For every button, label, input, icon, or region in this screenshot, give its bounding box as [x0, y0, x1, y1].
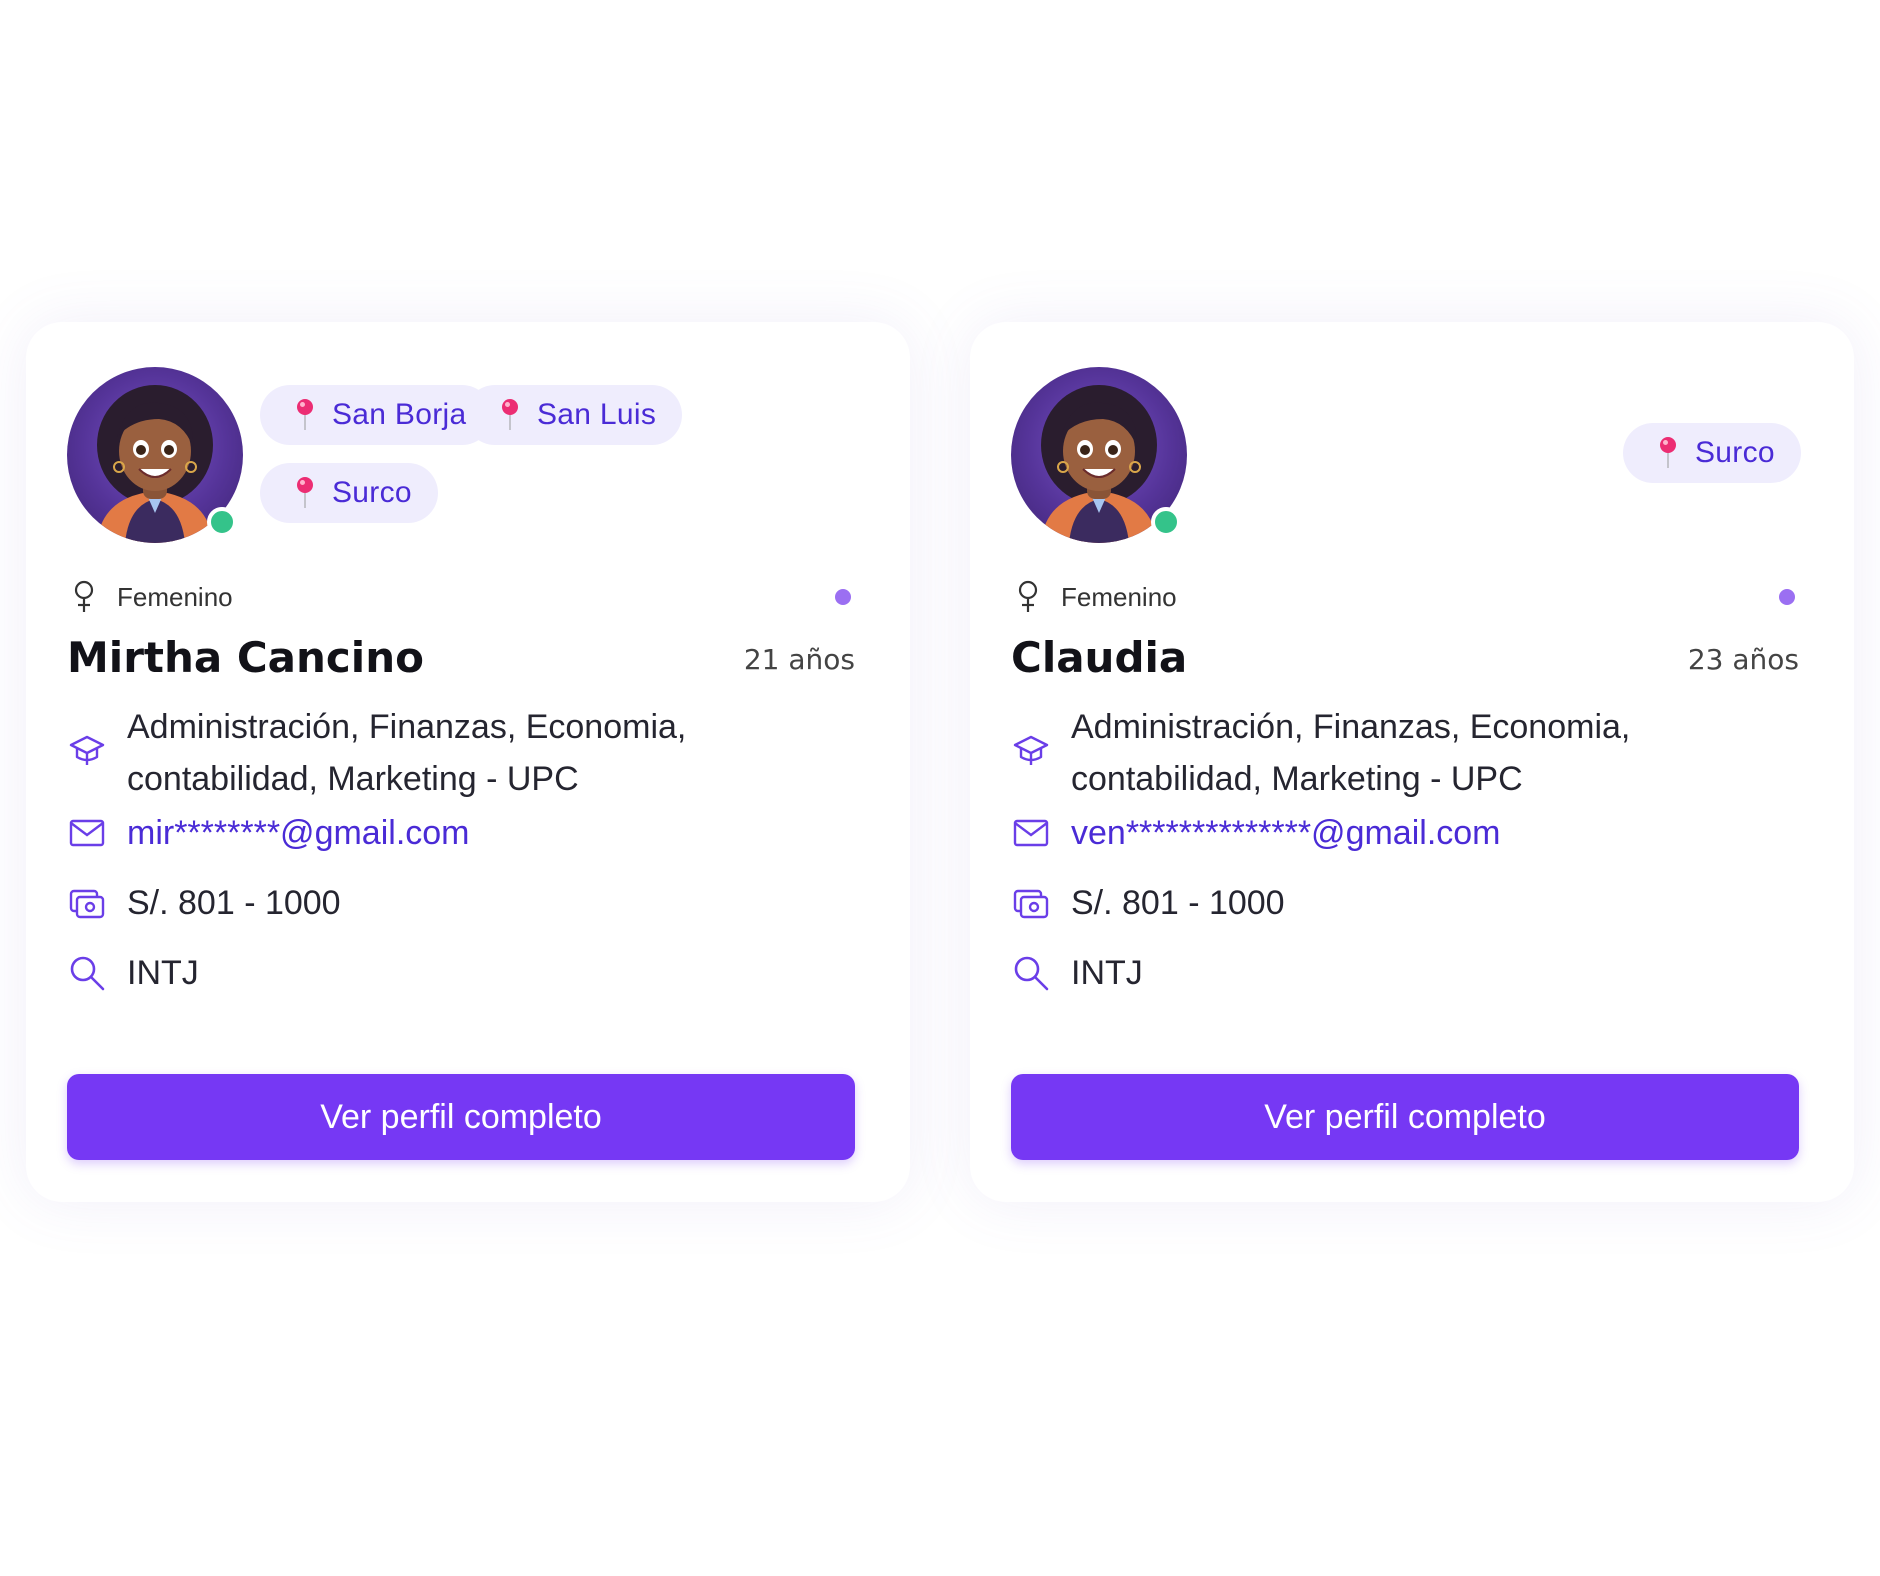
location-chip-label: Surco — [332, 476, 412, 509]
candidate-card: San Borja San Luis Surco Femenino Mirtha… — [26, 322, 910, 1202]
location-chip[interactable]: San Luis — [465, 385, 683, 445]
career-row: Administración, Finanzas, Economia, cont… — [67, 701, 827, 805]
email-row: mir********@gmail.com — [67, 807, 827, 859]
career-line: Administración, Finanzas, Economia, — [1071, 708, 1631, 746]
map-pin-icon — [297, 399, 313, 430]
location-chip[interactable]: San Borja — [260, 385, 493, 445]
location-chip-label: San Luis — [537, 398, 657, 431]
gender-row: Femenino — [67, 577, 233, 617]
career-row: Administración, Finanzas, Economia, cont… — [1011, 701, 1771, 805]
gender-row: Femenino — [1011, 577, 1177, 617]
graduation-cap-icon — [69, 735, 105, 765]
candidate-name: Claudia — [1011, 633, 1188, 682]
candidate-name: Mirtha Cancino — [67, 633, 424, 682]
salary-range: S/. 801 - 1000 — [127, 884, 341, 922]
salary-row: S/. 801 - 1000 — [1011, 877, 1771, 929]
mail-icon — [1013, 819, 1049, 847]
gender-label: Femenino — [1061, 581, 1177, 612]
indicator-dot — [835, 589, 851, 605]
candidate-age: 21 años — [743, 643, 855, 676]
location-chip[interactable]: Surco — [1623, 423, 1801, 483]
female-icon — [1018, 580, 1038, 612]
location-chip-label: Surco — [1695, 436, 1775, 469]
email-link[interactable]: mir********@gmail.com — [127, 807, 470, 859]
candidate-cards: San Borja San Luis Surco Femenino Mirtha… — [0, 0, 1880, 1576]
map-pin-icon — [297, 477, 313, 508]
female-icon — [74, 580, 94, 612]
career-line: contabilidad, Marketing - UPC — [127, 760, 579, 798]
gender-label: Femenino — [117, 581, 233, 612]
candidate-age: 23 años — [1687, 643, 1799, 676]
money-icon — [1013, 889, 1049, 919]
online-status-dot — [207, 507, 237, 537]
personality-type: INTJ — [127, 954, 199, 992]
graduation-cap-icon — [1013, 735, 1049, 765]
map-pin-icon — [1660, 437, 1676, 468]
location-chip[interactable]: Surco — [260, 463, 438, 523]
mail-icon — [69, 819, 105, 847]
personality-row: INTJ — [67, 947, 827, 999]
search-icon — [70, 956, 105, 991]
search-icon — [1014, 956, 1049, 991]
salary-range: S/. 801 - 1000 — [1071, 884, 1285, 922]
email-row: ven**************@gmail.com — [1011, 807, 1771, 859]
map-pin-icon — [502, 399, 518, 430]
personality-type: INTJ — [1071, 954, 1143, 992]
career-line: Administración, Finanzas, Economia, — [127, 708, 687, 746]
view-full-profile-button[interactable]: Ver perfil completo — [1011, 1074, 1799, 1160]
candidate-card: Surco Femenino Claudia 23 años Administr… — [970, 322, 1854, 1202]
money-icon — [69, 889, 105, 919]
salary-row: S/. 801 - 1000 — [67, 877, 827, 929]
career-line: contabilidad, Marketing - UPC — [1071, 760, 1523, 798]
email-link[interactable]: ven**************@gmail.com — [1071, 807, 1501, 859]
indicator-dot — [1779, 589, 1795, 605]
view-full-profile-button[interactable]: Ver perfil completo — [67, 1074, 855, 1160]
online-status-dot — [1151, 507, 1181, 537]
personality-row: INTJ — [1011, 947, 1771, 999]
location-chip-label: San Borja — [332, 398, 467, 431]
